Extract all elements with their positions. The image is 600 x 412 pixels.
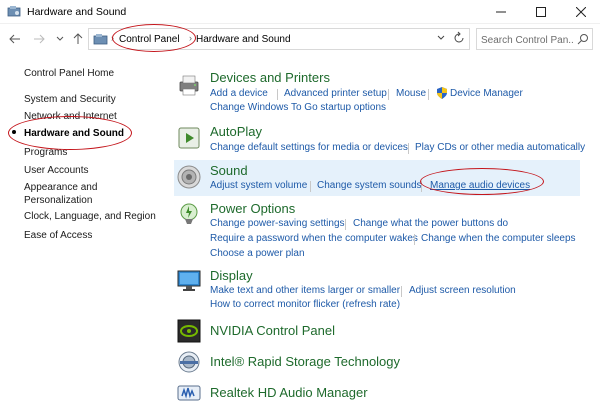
link-change-sleep-time[interactable]: Change when the computer sleeps [421,233,576,244]
section-sound: Sound Adjust system volume Change system… [174,160,580,196]
uac-shield-icon [437,87,447,99]
section-realtek-audio: Realtek HD Audio Manager [174,379,580,407]
breadcrumb-separator: › [189,33,192,43]
chevron-down-icon [437,35,445,40]
display-icon [177,270,201,291]
link-separator [310,181,311,192]
link-separator [421,181,422,192]
link-correct-monitor-flicker[interactable]: How to correct monitor flicker (refresh … [210,299,400,310]
maximize-button[interactable] [524,0,558,24]
breadcrumb-separator: › [111,33,114,43]
nav-programs[interactable]: Programs [24,146,164,159]
link-separator [414,234,415,245]
link-make-text-larger[interactable]: Make text and other items larger or smal… [210,285,400,296]
section-power-options: Power Options Change power-saving settin… [174,198,580,262]
address-dropdown-button[interactable] [437,33,445,43]
link-separator [428,89,429,100]
link-change-system-sounds[interactable]: Change system sounds [317,180,422,191]
refresh-icon [454,31,464,43]
control-panel-icon [7,6,21,17]
link-advanced-printer-setup[interactable]: Advanced printer setup [284,88,387,99]
nvidia-icon [177,319,201,343]
link-device-manager[interactable]: Device Manager [450,88,523,99]
minimize-button[interactable] [484,0,518,24]
devices-and-printers-title[interactable]: Devices and Printers [210,70,330,85]
nav-appearance-and-personalization[interactable]: Appearance and Personalization [24,181,134,207]
refresh-button[interactable] [453,31,465,48]
back-button[interactable] [7,31,23,47]
link-change-power-buttons[interactable]: Change what the power buttons do [353,218,508,229]
realtek-audio-title[interactable]: Realtek HD Audio Manager [210,385,368,400]
section-nvidia-control-panel: NVIDIA Control Panel [174,317,580,345]
link-manage-audio-devices[interactable]: Manage audio devices [430,180,530,191]
link-separator [345,219,346,230]
window-title: Hardware and Sound [27,6,127,18]
nav-ease-of-access[interactable]: Ease of Access [24,229,164,242]
chevron-down-icon [56,36,64,41]
display-title[interactable]: Display [210,268,253,283]
link-require-password-on-wake[interactable]: Require a password when the computer wak… [210,233,418,244]
link-adjust-system-volume[interactable]: Adjust system volume [210,180,307,191]
nvidia-control-panel-title[interactable]: NVIDIA Control Panel [210,323,335,338]
link-mouse[interactable]: Mouse [396,88,426,99]
search-input[interactable] [481,33,573,47]
forward-button[interactable] [31,31,47,47]
navigation-bar: › Control Panel › Hardware and Sound [0,24,600,52]
intel-storage-icon [178,351,200,373]
breadcrumb-control-panel[interactable]: Control Panel [119,34,180,45]
up-arrow-icon [73,33,83,44]
search-box[interactable] [476,28,593,50]
realtek-audio-icon [177,385,201,401]
link-change-default-media-settings[interactable]: Change default settings for media or dev… [210,142,408,153]
link-play-cds-automatically[interactable]: Play CDs or other media automatically [415,142,585,153]
nav-system-and-security[interactable]: System and Security [24,93,164,106]
recent-locations-button[interactable] [52,31,68,47]
close-icon [576,7,586,17]
link-change-power-saving-settings[interactable]: Change power-saving settings [210,218,345,229]
nav-network-and-internet[interactable]: Network and Internet [24,110,164,123]
maximize-icon [536,7,546,17]
section-intel-rst: Intel® Rapid Storage Technology [174,348,580,376]
active-nav-bullet [12,130,16,134]
speaker-icon [177,165,201,189]
nav-hardware-and-sound[interactable]: Hardware and Sound [24,127,164,140]
back-arrow-icon [9,34,20,44]
link-separator [277,89,278,100]
title-bar: Hardware and Sound [0,0,600,24]
search-icon [577,34,588,45]
link-adjust-screen-resolution[interactable]: Adjust screen resolution [409,285,516,296]
forward-arrow-icon [34,34,45,44]
breadcrumb-hardware-and-sound[interactable]: Hardware and Sound [196,34,291,45]
section-devices-and-printers: Devices and Printers Add a device Advanc… [174,68,580,116]
link-separator [388,89,389,100]
autoplay-title[interactable]: AutoPlay [210,124,262,139]
nav-control-panel-home[interactable]: Control Panel Home [24,67,164,80]
power-options-icon [180,203,198,224]
section-display: Display Make text and other items larger… [174,265,580,313]
power-options-title[interactable]: Power Options [210,201,295,216]
link-separator [408,143,409,154]
link-windows-to-go[interactable]: Change Windows To Go startup options [210,102,386,113]
nav-user-accounts[interactable]: User Accounts [24,164,164,177]
control-panel-icon [93,34,108,45]
intel-rst-title[interactable]: Intel® Rapid Storage Technology [210,354,400,369]
nav-clock-language-region[interactable]: Clock, Language, and Region [24,210,164,223]
section-autoplay: AutoPlay Change default settings for med… [174,122,585,156]
autoplay-icon [178,127,200,149]
minimize-icon [496,11,506,13]
up-button[interactable] [70,31,86,47]
printer-icon [179,75,199,96]
close-button[interactable] [564,0,598,24]
address-bar[interactable]: › Control Panel › Hardware and Sound [88,28,470,50]
link-separator [401,286,402,297]
link-choose-power-plan[interactable]: Choose a power plan [210,248,305,259]
link-add-a-device[interactable]: Add a device [210,88,268,99]
sound-title[interactable]: Sound [210,163,248,178]
